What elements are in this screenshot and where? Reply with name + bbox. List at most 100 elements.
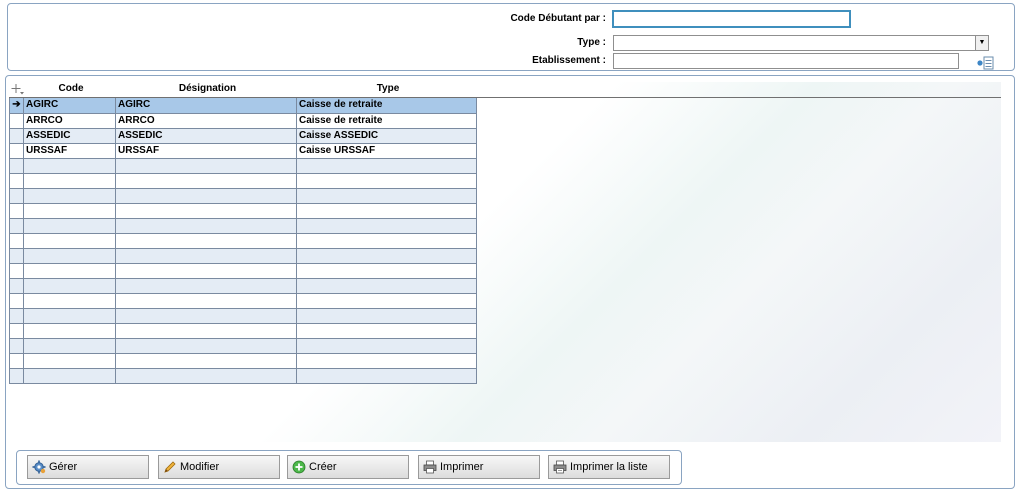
row-indicator — [9, 338, 24, 354]
creer-button[interactable]: Créer — [287, 455, 409, 479]
table-row[interactable] — [9, 173, 477, 189]
etablissement-label: Etablissement : — [532, 55, 606, 66]
table-row[interactable] — [9, 158, 477, 174]
cell-designation — [115, 278, 297, 294]
cell-designation — [115, 323, 297, 339]
data-grid: Code Désignation Type ➔ AGIRC AGIRC Caisse … — [9, 82, 1001, 442]
cell-designation — [115, 233, 297, 249]
imprimer-liste-button[interactable]: Imprimer la liste — [548, 455, 670, 479]
cell-code — [23, 218, 116, 234]
cell-designation — [115, 248, 297, 264]
etablissement-input[interactable] — [613, 53, 959, 69]
cell-type — [296, 353, 477, 369]
printer-icon — [423, 460, 437, 474]
row-indicator — [9, 158, 24, 174]
cell-designation — [115, 293, 297, 309]
cell-designation — [115, 218, 297, 234]
column-chooser-icon[interactable] — [11, 83, 25, 95]
cell-designation — [115, 203, 297, 219]
cell-designation: ARRCO — [115, 113, 297, 129]
table-row[interactable] — [9, 308, 477, 324]
code-label: Code Débutant par : — [510, 13, 606, 24]
cell-designation — [115, 158, 297, 174]
cell-code — [23, 203, 116, 219]
table-row[interactable] — [9, 368, 477, 384]
column-header-code[interactable]: Code — [25, 82, 117, 97]
cell-code: AGIRC — [23, 98, 116, 114]
add-circle-icon — [292, 460, 306, 474]
cell-type — [296, 263, 477, 279]
cell-type — [296, 368, 477, 384]
pencil-icon — [164, 461, 176, 473]
table-row[interactable] — [9, 218, 477, 234]
cell-code — [23, 233, 116, 249]
cell-code — [23, 278, 116, 294]
modifier-button[interactable]: Modifier — [158, 455, 280, 479]
cell-code — [23, 338, 116, 354]
cell-code — [23, 353, 116, 369]
type-label: Type : — [577, 37, 606, 48]
cell-type — [296, 233, 477, 249]
imprimer-label: Imprimer — [440, 461, 484, 473]
type-select[interactable]: ▼ — [613, 35, 989, 51]
cell-code: URSSAF — [23, 143, 116, 159]
row-indicator — [9, 323, 24, 339]
table-row[interactable] — [9, 323, 477, 339]
table-row[interactable] — [9, 248, 477, 264]
cell-designation — [115, 338, 297, 354]
row-indicator — [9, 173, 24, 189]
row-indicator — [9, 128, 24, 144]
modifier-label: Modifier — [180, 461, 220, 473]
cell-code — [23, 263, 116, 279]
table-row[interactable] — [9, 278, 477, 294]
table-row[interactable] — [9, 353, 477, 369]
cell-type — [296, 323, 477, 339]
row-indicator — [9, 353, 24, 369]
row-indicator — [9, 263, 24, 279]
table-row[interactable]: ARRCO ARRCO Caisse de retraite — [9, 113, 477, 129]
grid-panel: Code Désignation Type ➔ AGIRC AGIRC Caisse … — [5, 75, 1015, 489]
row-indicator — [9, 218, 24, 234]
row-indicator — [9, 233, 24, 249]
cell-code — [23, 368, 116, 384]
cell-type — [296, 248, 477, 264]
row-indicator — [9, 368, 24, 384]
cell-designation: URSSAF — [115, 143, 297, 159]
row-indicator — [9, 248, 24, 264]
chevron-down-icon[interactable]: ▼ — [975, 36, 988, 50]
row-indicator — [9, 188, 24, 204]
cell-type: Caisse de retraite — [296, 98, 477, 114]
gear-icon — [32, 460, 46, 474]
cell-code — [23, 323, 116, 339]
cell-type — [296, 338, 477, 354]
cell-designation — [115, 308, 297, 324]
gerer-button[interactable]: Gérer — [27, 455, 149, 479]
table-row[interactable] — [9, 233, 477, 249]
cell-type: Caisse de retraite — [296, 113, 477, 129]
table-row[interactable] — [9, 293, 477, 309]
list-picker-icon[interactable] — [976, 56, 994, 70]
table-row[interactable]: URSSAF URSSAF Caisse URSSAF — [9, 143, 477, 159]
imprimer-button[interactable]: Imprimer — [418, 455, 540, 479]
table-row[interactable]: ASSEDIC ASSEDIC Caisse ASSEDIC — [9, 128, 477, 144]
cell-code: ASSEDIC — [23, 128, 116, 144]
code-input[interactable] — [612, 10, 851, 28]
column-header-type[interactable]: Type — [298, 82, 478, 97]
table-row[interactable] — [9, 203, 477, 219]
cell-designation: AGIRC — [115, 98, 297, 114]
cell-type — [296, 278, 477, 294]
cell-code — [23, 248, 116, 264]
column-header-designation[interactable]: Désignation — [117, 82, 298, 97]
table-row[interactable] — [9, 263, 477, 279]
cell-type — [296, 173, 477, 189]
cell-type: Caisse URSSAF — [296, 143, 477, 159]
cell-designation — [115, 173, 297, 189]
cell-type — [296, 188, 477, 204]
table-row[interactable]: ➔ AGIRC AGIRC Caisse de retraite — [9, 98, 477, 114]
cell-type — [296, 308, 477, 324]
cell-designation — [115, 188, 297, 204]
table-row[interactable] — [9, 188, 477, 204]
table-row[interactable] — [9, 338, 477, 354]
imprimer-liste-label: Imprimer la liste — [570, 461, 648, 473]
cell-code — [23, 293, 116, 309]
